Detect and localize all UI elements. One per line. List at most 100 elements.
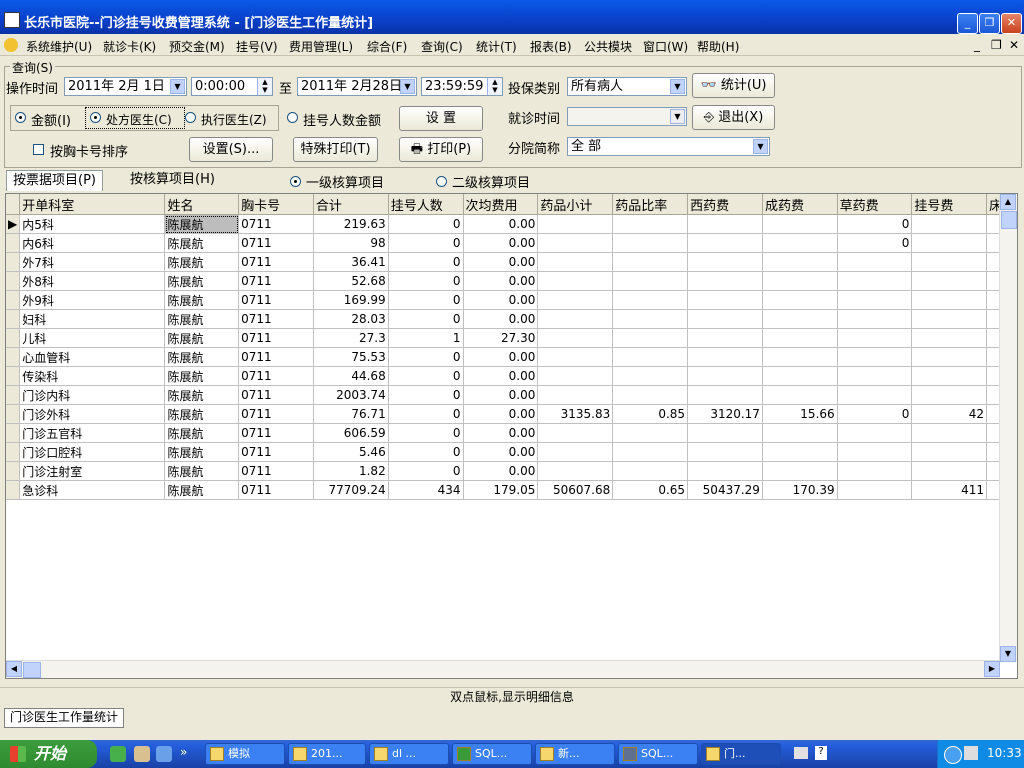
table-cell[interactable] [762,309,838,329]
table-cell[interactable] [537,309,614,329]
close-button[interactable]: ✕ [1001,13,1022,34]
table-cell[interactable]: 0.00 [463,252,539,272]
table-cell[interactable] [911,290,988,310]
table-cell[interactable] [911,309,988,329]
table-cell[interactable]: 28.03 [313,309,389,329]
set-button[interactable]: 设 置 [399,106,483,131]
row-indicator[interactable] [6,442,21,462]
task-item-1[interactable]: 模拟 [205,743,285,765]
tab-by-account[interactable]: 按核算项目(H) [124,170,221,191]
table-cell[interactable]: 传染科 [19,366,166,386]
table-cell[interactable]: 陈展航 [164,328,240,348]
column-header[interactable]: 合计 [313,194,389,215]
table-cell[interactable] [762,328,838,348]
table-cell[interactable]: 3135.83 [537,404,614,424]
table-cell[interactable]: 外7科 [19,252,166,272]
table-cell[interactable]: 606.59 [313,423,389,443]
table-cell[interactable]: 3120.17 [687,404,763,424]
table-row[interactable]: 外9科 陈展航 0711 169.99 0 0.00 [6,290,1017,310]
table-cell[interactable] [762,366,838,386]
task-item-6[interactable]: SQL... [618,743,698,765]
table-cell[interactable] [537,271,614,291]
table-cell[interactable]: 0 [388,290,464,310]
table-cell[interactable]: 0711 [238,271,314,291]
task-item-4[interactable]: SQL... [452,743,532,765]
table-cell[interactable]: 急诊科 [19,480,166,500]
scroll-up-icon[interactable]: ▲ [1000,194,1016,210]
table-cell[interactable] [837,480,913,500]
table-cell[interactable] [612,366,689,386]
table-cell[interactable] [612,252,689,272]
branch-dropdown-icon[interactable]: ▼ [753,139,768,154]
tray-network-icon[interactable] [964,746,978,760]
table-cell[interactable]: 0711 [238,404,314,424]
table-cell[interactable] [537,366,614,386]
table-cell[interactable] [837,347,913,367]
row-indicator[interactable] [6,290,21,310]
table-cell[interactable]: 27.3 [313,328,389,348]
table-cell[interactable]: 50607.68 [537,480,614,500]
table-cell[interactable] [911,423,988,443]
table-cell[interactable] [687,233,763,253]
table-cell[interactable] [537,214,614,234]
menu-common[interactable]: 公共模块 [584,38,632,55]
table-cell[interactable] [537,385,614,405]
table-cell[interactable]: 76.71 [313,404,389,424]
table-cell[interactable] [762,233,838,253]
table-cell[interactable] [612,309,689,329]
table-cell[interactable]: 77709.24 [313,480,389,500]
time-from-field[interactable]: 0:00:00 ▲ ▼ [191,77,273,96]
column-header[interactable]: 姓名 [164,194,240,215]
table-cell[interactable]: 陈展航 [164,461,240,481]
table-cell[interactable]: 434 [388,480,464,500]
row-indicator[interactable] [6,480,21,500]
table-cell[interactable]: 42 [911,404,988,424]
table-cell[interactable]: 陈展航 [164,423,240,443]
date-from-field[interactable]: 2011年 2月 1日 ▼ [64,77,187,96]
column-header[interactable]: 胸卡号 [238,194,314,215]
menu-card[interactable]: 就诊卡(K) [103,38,156,55]
menu-deposit[interactable]: 预交金(M) [169,38,225,55]
menu-report[interactable]: 报表(B) [530,38,572,55]
exit-button[interactable]: ⎆ 退出(X) [692,105,775,130]
table-cell[interactable] [762,271,838,291]
table-row[interactable]: 门诊五官科 陈展航 0711 606.59 0 0.00 [6,423,1017,443]
column-header[interactable]: 次均费用 [463,194,539,215]
table-cell[interactable]: 内6科 [19,233,166,253]
table-cell[interactable]: 219.63 [313,214,389,234]
table-cell[interactable] [837,442,913,462]
table-cell[interactable] [837,385,913,405]
table-cell[interactable]: 75.53 [313,347,389,367]
menu-query[interactable]: 查询(C) [421,38,463,55]
mdi-minimize-icon[interactable]: _ [974,38,980,52]
table-row[interactable]: 门诊口腔科 陈展航 0711 5.46 0 0.00 [6,442,1017,462]
date-from-dropdown-icon[interactable]: ▼ [170,79,185,94]
insurance-select[interactable]: 所有病人 ▼ [567,77,687,96]
table-cell[interactable]: 0 [837,404,913,424]
table-cell[interactable] [687,271,763,291]
start-button[interactable]: 开始 [0,740,97,768]
column-header[interactable]: 挂号人数 [388,194,464,215]
table-cell[interactable] [687,461,763,481]
row-indicator[interactable] [6,385,21,405]
quicklaunch-more-icon[interactable]: » [180,745,187,759]
table-cell[interactable]: 0711 [238,290,314,310]
table-cell[interactable]: 0711 [238,461,314,481]
table-cell[interactable]: 陈展航 [164,271,240,291]
table-cell[interactable]: 0 [388,309,464,329]
table-cell[interactable]: 陈展航 [164,214,240,234]
table-cell[interactable]: 179.05 [463,480,539,500]
table-cell[interactable]: 0.00 [463,271,539,291]
table-cell[interactable]: 内5科 [19,214,166,234]
table-cell[interactable] [537,423,614,443]
row-indicator[interactable] [6,252,21,272]
table-cell[interactable] [911,214,988,234]
column-header[interactable]: 西药费 [687,194,763,215]
horizontal-scrollbar[interactable]: ◀ ▶ [6,660,1000,678]
table-cell[interactable]: 0711 [238,328,314,348]
table-row[interactable]: 外8科 陈展航 0711 52.68 0 0.00 [6,271,1017,291]
special-print-button[interactable]: 特殊打印(T) [293,137,378,162]
amount-radio[interactable] [15,112,26,123]
task-item-7[interactable]: 门... [701,743,781,765]
table-cell[interactable]: 0 [388,366,464,386]
